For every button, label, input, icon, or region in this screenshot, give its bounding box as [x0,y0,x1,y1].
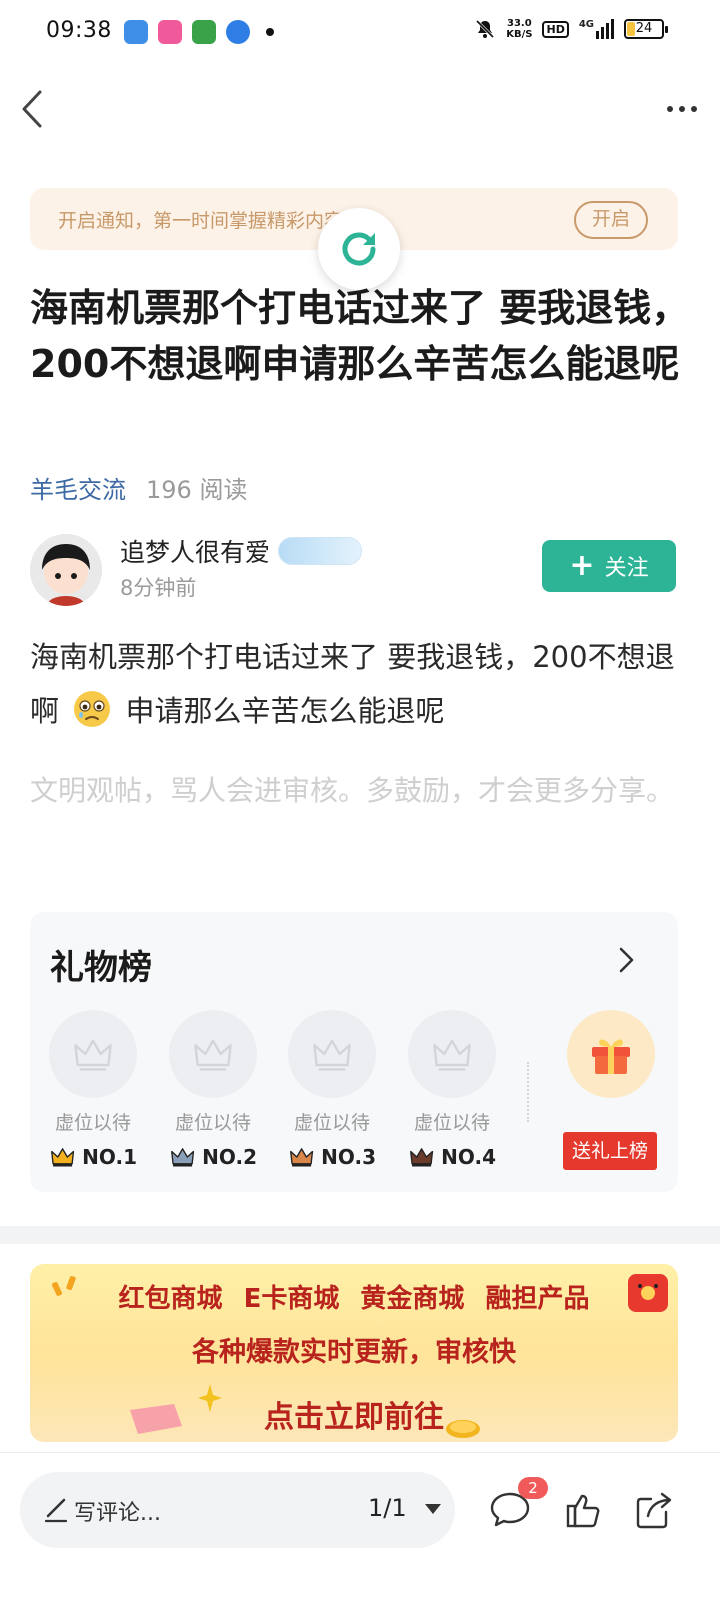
battery-level: 24 [635,21,653,36]
caret-down-icon[interactable] [425,1504,441,1514]
share-button[interactable] [632,1488,676,1532]
gift-slot-2[interactable]: 虚位以待 NO.2 [169,1010,257,1171]
slot-rank-label: NO.2 [202,1145,257,1169]
more-notifications-dot [266,28,274,36]
gift-board-title: 礼物榜 [50,948,152,988]
empty-slot-avatar [169,1010,257,1098]
avatar-image [30,534,102,606]
gift-divider [527,1062,529,1122]
plus-icon: + [569,548,595,583]
hd-badge: HD [542,20,569,38]
author-level-badge [278,537,363,565]
send-gift-button[interactable]: 送礼上榜 [563,1132,657,1170]
slot-rank: NO.2 [169,1143,257,1171]
like-button[interactable] [562,1488,606,1532]
author-name[interactable]: 追梦人很有爱 [120,533,270,569]
slot-rank-label: NO.1 [82,1145,137,1169]
empty-slot-avatar [49,1010,137,1098]
share-icon [636,1492,672,1529]
comment-count-badge: 2 [518,1477,548,1499]
empty-crown-icon [313,1039,351,1071]
gift-slot-1[interactable]: 虚位以待 NO.1 [49,1010,137,1171]
gift-box-button[interactable] [567,1010,655,1098]
app-notification-icon [124,20,148,44]
gift-slot-4[interactable]: 虚位以待 NO.4 [408,1010,496,1171]
signal-icon: 4G [579,19,614,39]
crown-icon [410,1148,434,1167]
crying-face-emoji-icon [74,691,111,727]
crown-icon [171,1148,195,1167]
post-title: 海南机票那个打电话过来了 要我退钱，200不想退啊申请那么辛苦怎么能退呢 [30,286,690,386]
chevron-left-icon [22,90,42,128]
notification-text: 开启通知，第一时间掌握精彩内容! [58,210,351,232]
page-indicator[interactable]: 1/1 [368,1494,407,1522]
app-notification-icon [158,20,182,44]
slot-label: 虚位以待 [174,1112,251,1134]
signal-label: 4G [578,19,594,30]
civility-notice: 文明观帖，骂人会进审核。多鼓励，才会更多分享。 [30,774,675,807]
empty-crown-icon [433,1039,471,1071]
empty-slot-avatar [288,1010,376,1098]
slot-label: 虚位以待 [293,1112,370,1134]
bottom-bar-divider [0,1452,720,1453]
slot-rank: NO.4 [408,1143,496,1171]
pen-icon [44,1498,68,1523]
promo-banner[interactable]: 红包商城 E卡商城 黄金商城 融担产品 各种爆款实时更新，审核快 点击立即前往 [30,1264,678,1442]
author-avatar[interactable] [30,534,102,606]
post-time: 8分钟前 [120,576,197,600]
promo-line-2: 各种爆款实时更新，审核快 [192,1337,516,1368]
comment-placeholder: 写评论... [74,1501,161,1526]
promo-cta: 点击立即前往 [264,1400,444,1435]
empty-crown-icon [194,1039,232,1071]
post-body-text: 申请那么辛苦怎么能退呢 [125,694,445,728]
refresh-button[interactable] [318,208,400,290]
author-name-row: 追梦人很有爱 [120,533,363,569]
category-link[interactable]: 羊毛交流 [30,470,126,505]
crown-icon [51,1148,75,1167]
slot-rank-label: NO.4 [441,1145,496,1169]
slot-label: 虚位以待 [54,1112,131,1134]
battery-icon: 24 [624,19,668,39]
chevron-right-icon [619,947,634,973]
enable-notification-button[interactable]: 开启 [574,201,648,239]
crown-icon [290,1148,314,1167]
more-button[interactable] [660,96,704,122]
slot-rank-label: NO.3 [321,1145,376,1169]
section-separator [0,1226,720,1244]
post-meta: 羊毛交流 196 阅读 [30,470,247,505]
read-count: 196 阅读 [146,476,248,504]
status-right: 33.0 KB/S HD 4G 24 [474,18,668,40]
app-notification-icon [226,20,250,44]
refresh-icon [342,232,376,266]
gift-board-more-button[interactable] [614,944,638,976]
slot-rank: NO.1 [49,1143,137,1171]
mute-icon [476,19,495,39]
follow-button[interactable]: + 关注 [542,540,676,592]
empty-crown-icon [74,1039,112,1071]
more-dots-icon [667,106,673,112]
status-app-icons [124,20,274,44]
follow-label: 关注 [604,556,649,581]
empty-slot-avatar [408,1010,496,1098]
gift-leaderboard: 礼物榜 虚位以待 NO.1 虚位以待 NO.2 虚位以待 NO.3 虚位以待 NO.4 … [30,912,678,1192]
slot-label: 虚位以待 [413,1112,490,1134]
comment-input[interactable]: 写评论... 1/1 [20,1472,455,1548]
post-body: 海南机票那个打电话过来了 要我退钱，200不想退啊 申请那么辛苦怎么能退呢 [30,630,690,738]
gift-box-icon [592,1039,630,1074]
back-button[interactable] [14,86,54,132]
network-speed: 33.0 KB/S [506,18,533,40]
slot-rank: NO.3 [288,1143,376,1171]
app-notification-icon [192,20,216,44]
gift-slot-3[interactable]: 虚位以待 NO.3 [288,1010,376,1171]
promo-line-1: 红包商城 E卡商城 黄金商城 融担产品 [118,1284,590,1314]
status-bar: 09:38 33.0 KB/S HD 4G 24 [0,0,720,64]
status-time: 09:38 [46,18,112,43]
thumbs-up-icon [566,1494,600,1528]
